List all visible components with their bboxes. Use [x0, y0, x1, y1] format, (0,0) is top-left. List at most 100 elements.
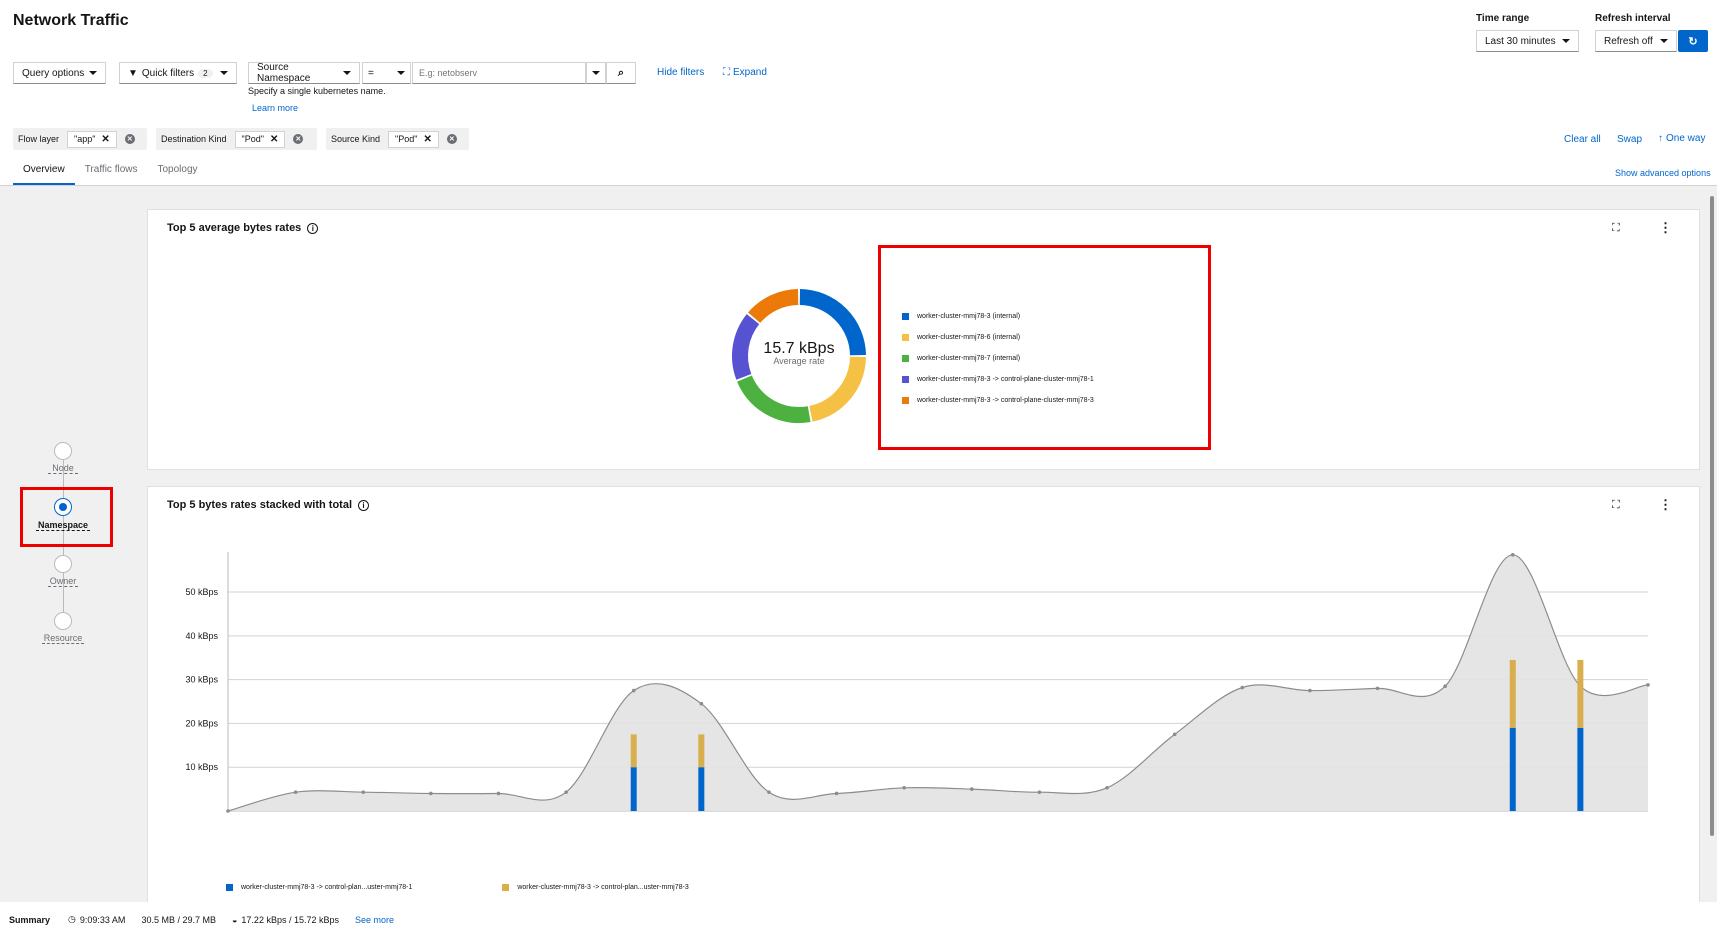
legend-highlight-box — [878, 245, 1211, 450]
total-point[interactable] — [1510, 553, 1515, 557]
close-group-icon[interactable]: ✕ — [446, 134, 457, 144]
total-point[interactable] — [970, 787, 974, 791]
total-point[interactable] — [1646, 683, 1650, 687]
total-point[interactable] — [293, 790, 298, 794]
total-point[interactable] — [1375, 686, 1380, 691]
expand-link[interactable]: ⛶ Expand — [723, 67, 767, 78]
scope-label-resource[interactable]: Resource — [42, 633, 84, 644]
filter-value-dropdown[interactable] — [586, 62, 606, 84]
quick-filters-dropdown[interactable]: ▼ Quick filters 2 — [119, 62, 237, 84]
total-point[interactable] — [1443, 684, 1447, 688]
panel-title: Top 5 bytes rates stacked with total i — [167, 499, 370, 511]
bar-segment-blue[interactable] — [630, 767, 637, 811]
scope-node-owner[interactable] — [54, 555, 72, 573]
total-point[interactable] — [226, 809, 230, 813]
bar-segment-blue[interactable] — [698, 767, 705, 811]
donut-slice[interactable] — [737, 375, 811, 423]
donut-center-label: Average rate — [773, 356, 825, 366]
legend-label: worker-cluster-mmj78-3 -> control-plan..… — [241, 884, 413, 891]
total-point[interactable] — [834, 791, 839, 796]
filter-operator-select[interactable]: = — [362, 62, 411, 84]
chip-group-label: Destination Kind — [161, 134, 227, 144]
remove-chip-icon[interactable]: ✕ — [101, 134, 109, 145]
stacked-legend: worker-cluster-mmj78-3 -> control-plan..… — [226, 877, 689, 898]
show-advanced-options-link[interactable]: Show advanced options — [1615, 168, 1711, 178]
total-point[interactable] — [361, 790, 366, 794]
chip-value: "app" — [74, 134, 96, 144]
bar-segment-blue[interactable] — [1509, 727, 1516, 811]
learn-more-link[interactable]: Learn more — [252, 103, 298, 113]
close-group-icon[interactable]: ✕ — [124, 134, 135, 144]
tab-topology[interactable]: Topology — [147, 158, 207, 185]
legend-swatch — [502, 884, 510, 891]
total-point[interactable] — [767, 790, 771, 794]
scope-node-node[interactable] — [54, 442, 72, 460]
total-point[interactable] — [699, 701, 704, 706]
kebab-menu-icon[interactable]: ⋮ — [1659, 220, 1672, 236]
summary-label: Summary — [9, 914, 51, 925]
total-point[interactable] — [564, 790, 568, 794]
chip-value: "Pod" — [395, 134, 418, 144]
filter-operator-value: = — [368, 67, 374, 79]
panel-title: Top 5 average bytes rates i — [167, 222, 319, 234]
swap-link[interactable]: Swap — [1617, 134, 1642, 145]
scope-label-owner[interactable]: Owner — [48, 576, 78, 587]
clock-icon: ◷ — [68, 914, 76, 924]
summary-memory: 30.5 MB / 29.7 MB — [141, 914, 216, 925]
one-way-link[interactable]: ↑ One way — [1658, 133, 1705, 144]
filter-value-input[interactable] — [412, 62, 586, 84]
filter-field-value: Source Namespace — [257, 62, 311, 84]
bar-segment-yellow[interactable] — [698, 734, 705, 768]
scope-label-node[interactable]: Node — [48, 463, 78, 474]
search-button[interactable]: ⌕ — [606, 62, 636, 84]
total-point[interactable] — [1105, 785, 1109, 790]
refresh-interval-label: Refresh interval — [1595, 13, 1671, 24]
panel-title-text: Top 5 average bytes rates — [167, 222, 302, 234]
total-point[interactable] — [1308, 688, 1312, 693]
quick-filters-label: Quick filters — [141, 67, 195, 79]
bar-segment-yellow[interactable] — [1509, 659, 1516, 728]
total-point[interactable] — [429, 791, 433, 796]
time-range-value: Last 30 minutes — [1485, 35, 1556, 47]
chevron-down-icon — [220, 71, 228, 75]
bar-segment-yellow[interactable] — [630, 734, 637, 768]
refresh-icon: ↻ — [1688, 35, 1698, 48]
total-point[interactable] — [902, 785, 906, 790]
total-point[interactable] — [1037, 790, 1042, 794]
clear-all-link[interactable]: Clear all — [1564, 134, 1601, 145]
remove-chip-icon[interactable]: ✕ — [423, 134, 431, 145]
bar-segment-blue[interactable] — [1577, 727, 1584, 811]
donut-slice[interactable] — [748, 289, 799, 324]
scope-node-resource[interactable] — [54, 612, 72, 630]
chevron-down-icon — [1562, 39, 1570, 43]
filter-field-select[interactable]: Source Namespace — [248, 62, 360, 84]
tab-traffic-flows[interactable]: Traffic flows — [75, 158, 148, 185]
total-point[interactable] — [496, 791, 501, 796]
query-options-dropdown[interactable]: Query options — [13, 62, 106, 84]
time-range-select[interactable]: Last 30 minutes — [1476, 30, 1579, 52]
bar-segment-yellow[interactable] — [1577, 659, 1584, 728]
filter-chip-group-destination-kind: Destination Kind "Pod" ✕ ✕ — [156, 128, 317, 150]
close-group-icon[interactable]: ✕ — [293, 134, 304, 144]
filter-icon: ▼ — [128, 67, 138, 79]
fullscreen-icon[interactable]: ⛶ — [1612, 222, 1620, 235]
tab-overview[interactable]: Overview — [13, 158, 75, 185]
total-point[interactable] — [631, 688, 636, 693]
legend-item[interactable]: worker-cluster-mmj78-3 -> control-plan..… — [226, 877, 412, 898]
info-icon[interactable]: i — [358, 499, 370, 511]
total-point[interactable] — [1172, 732, 1177, 737]
legend-item[interactable]: worker-cluster-mmj78-3 -> control-plan..… — [502, 877, 689, 898]
scrollbar-thumb[interactable] — [1710, 196, 1714, 836]
refresh-interval-select[interactable]: Refresh off — [1595, 30, 1677, 52]
fullscreen-icon[interactable]: ⛶ — [1612, 499, 1620, 512]
info-icon[interactable]: i — [307, 222, 319, 234]
expand-icon: ⛶ — [723, 67, 730, 78]
hide-filters-link[interactable]: Hide filters — [657, 67, 704, 78]
refresh-button[interactable]: ↻ — [1678, 30, 1708, 52]
kebab-menu-icon[interactable]: ⋮ — [1659, 497, 1672, 513]
chevron-down-icon — [89, 71, 97, 75]
see-more-link[interactable]: See more — [355, 915, 394, 925]
remove-chip-icon[interactable]: ✕ — [270, 134, 278, 145]
summary-time: 9:09:33 AM — [79, 914, 126, 925]
total-point[interactable] — [1240, 685, 1245, 690]
